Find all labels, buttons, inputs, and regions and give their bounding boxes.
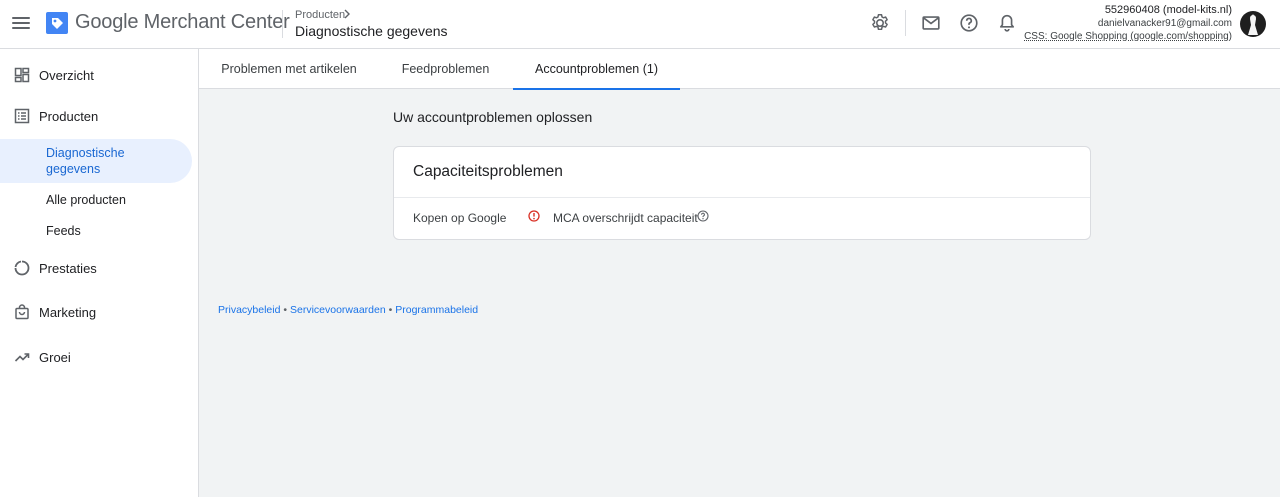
sidebar-item-label: Groei [39, 349, 71, 365]
sidebar: Overzicht Producten Diagnostische gegeve… [0, 49, 199, 497]
program-policy-link[interactable]: Programmabeleid [395, 304, 478, 316]
tab-bar: Problemen met artikelen Feedproblemen Ac… [199, 49, 1280, 90]
sidebar-item-label: Overzicht [39, 67, 94, 83]
header-divider [282, 10, 283, 38]
sidebar-subitem-label: Diagnostische gegevens [46, 146, 125, 176]
sidebar-subitem-feeds[interactable]: Feeds [46, 224, 81, 238]
account-email: danielvanacker91@gmail.com [1097, 18, 1232, 29]
tab-accountproblemen[interactable]: Accountproblemen (1) [513, 49, 680, 90]
tab-feedproblemen[interactable]: Feedproblemen [379, 49, 512, 89]
breadcrumb-parent[interactable]: Producten [295, 9, 345, 21]
header-divider [905, 10, 906, 36]
account-id: 552960408 (model-kits.nl) [1104, 4, 1232, 16]
gear-icon[interactable] [869, 12, 891, 34]
sidebar-item-overzicht[interactable]: Overzicht [0, 60, 199, 90]
merchant-center-logo [46, 12, 68, 34]
shopping-bag-icon [15, 304, 29, 320]
error-icon [528, 210, 540, 222]
section-title: Uw accountproblemen oplossen [393, 109, 593, 125]
dashboard-icon [14, 67, 30, 83]
sidebar-item-groei[interactable]: Groei [0, 342, 199, 372]
footer-links: Privacybeleid • Servicevoorwaarden • Pro… [218, 304, 478, 316]
account-info[interactable]: 552960408 (model-kits.nl) danielvanacker… [1024, 4, 1232, 43]
sidebar-subitem-diagnostische-gegevens[interactable]: Diagnostische gegevens [0, 139, 192, 183]
help-icon[interactable] [697, 210, 709, 222]
sidebar-item-producten[interactable]: Producten [0, 101, 199, 131]
sidebar-item-marketing[interactable]: Marketing [0, 297, 199, 327]
card-divider [394, 197, 1090, 198]
page-title: Diagnostische gegevens [295, 23, 448, 39]
issue-destination: Kopen op Google [413, 211, 507, 225]
product-name: Google Merchant Center [75, 11, 290, 33]
help-icon[interactable] [958, 12, 980, 34]
sidebar-item-label: Marketing [39, 304, 97, 320]
mail-icon[interactable] [920, 12, 942, 34]
privacy-link[interactable]: Privacybeleid [218, 304, 280, 316]
card-title: Capaciteitsproblemen [413, 163, 563, 180]
sidebar-item-prestaties[interactable]: Prestaties [0, 253, 199, 283]
donut-chart-icon [14, 260, 30, 276]
account-css: CSS: Google Shopping (google.com/shoppin… [1024, 31, 1232, 42]
chevron-right-icon [344, 9, 350, 19]
tab-problemen-met-artikelen[interactable]: Problemen met artikelen [199, 49, 379, 89]
footer-separator: • [283, 304, 288, 316]
issue-description: MCA overschrijdt capaciteit [553, 211, 698, 225]
bell-icon[interactable] [996, 12, 1018, 34]
trending-up-icon [14, 353, 30, 362]
avatar[interactable] [1240, 11, 1266, 37]
footer-separator: • [388, 304, 393, 316]
top-app-bar: Google Merchant Center Producten Diagnos… [0, 0, 1280, 49]
list-icon [14, 108, 30, 124]
sidebar-item-label: Prestaties [39, 260, 97, 276]
sidebar-item-label: Producten [39, 108, 99, 124]
menu-icon[interactable] [10, 12, 32, 34]
sidebar-subitem-alle-producten[interactable]: Alle producten [46, 193, 126, 207]
issue-card: Capaciteitsproblemen Kopen op Google MCA… [393, 146, 1091, 240]
terms-link[interactable]: Servicevoorwaarden [290, 304, 386, 316]
